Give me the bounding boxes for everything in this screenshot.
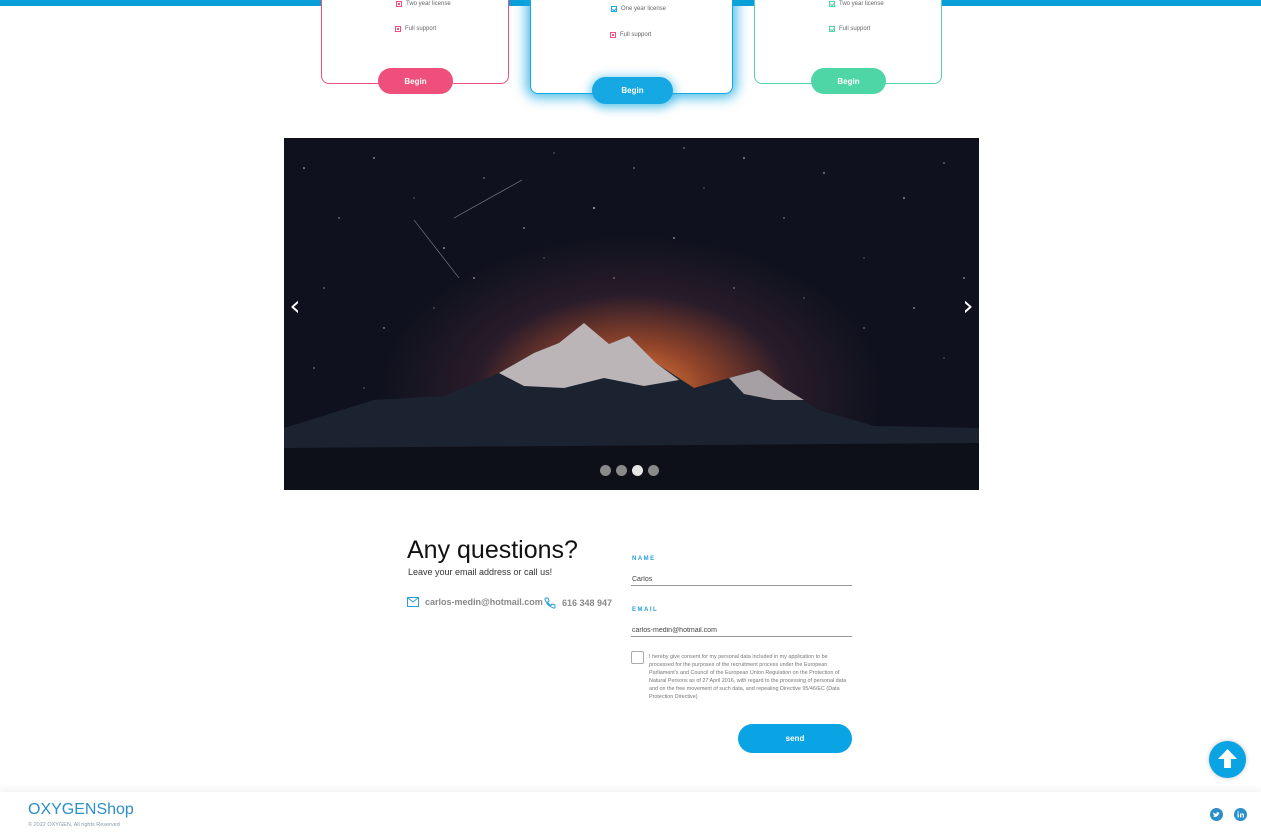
feature-item: Two year license: [396, 1, 451, 7]
begin-button[interactable]: Begin: [592, 77, 673, 104]
carousel-next-arrow[interactable]: ›: [958, 292, 978, 322]
carousel-prev-arrow[interactable]: ‹: [285, 292, 305, 322]
contact-subtitle: Leave your email address or call us!: [408, 567, 553, 577]
twitter-icon[interactable]: [1210, 808, 1223, 821]
carousel-dots: [600, 465, 659, 476]
mountain-night-image: [284, 147, 979, 490]
carousel-dot-active[interactable]: [632, 465, 643, 476]
linkedin-logo-icon: [1237, 811, 1244, 818]
consent-checkbox[interactable]: [631, 651, 644, 664]
feature-label: Two year license: [839, 1, 884, 7]
email-input[interactable]: [631, 625, 852, 637]
contact-phone-text: 616 348 947: [562, 598, 613, 608]
carousel-dot[interactable]: [616, 465, 627, 476]
feature-icon: [610, 32, 616, 38]
feature-item: Full support: [610, 32, 651, 38]
contact-title: Any questions?: [407, 536, 578, 564]
footer: [0, 792, 1261, 833]
name-input[interactable]: [631, 574, 852, 586]
check-icon: [829, 26, 835, 32]
feature-item: Two year license: [829, 1, 884, 7]
feature-label: Full support: [620, 32, 652, 38]
carousel-dot[interactable]: [648, 465, 659, 476]
contact-email-text: carlos-medin@hotmail.com: [425, 597, 543, 607]
begin-button[interactable]: Begin: [378, 68, 453, 94]
name-label: NAME: [632, 556, 656, 562]
feature-item: Full support: [395, 26, 436, 32]
feature-icon: [395, 26, 401, 32]
phone-icon: [544, 597, 556, 609]
carousel-dot[interactable]: [600, 465, 611, 476]
check-icon: [611, 6, 617, 12]
scroll-to-top-button[interactable]: [1209, 741, 1246, 778]
footer-copyright: © 2022 OXYGEN, All rights Reserved: [28, 822, 120, 828]
feature-item: One year license: [611, 6, 666, 12]
arrow-up-icon: [1218, 749, 1237, 768]
feature-label: Two year license: [406, 1, 451, 7]
feature-label: One year license: [621, 6, 667, 12]
contact-email[interactable]: carlos-medin@hotmail.com: [407, 597, 543, 607]
consent-text: I hereby give consent for my personal da…: [649, 654, 847, 700]
twitter-bird-icon: [1213, 812, 1220, 817]
contact-phone[interactable]: 616 348 947: [544, 597, 612, 609]
send-button[interactable]: send: [738, 724, 852, 753]
begin-button[interactable]: Begin: [811, 68, 886, 94]
feature-icon: [396, 1, 402, 7]
check-icon: [829, 1, 835, 7]
feature-item: Full support: [829, 26, 870, 32]
footer-brand[interactable]: OXYGENShop: [28, 801, 134, 819]
image-carousel: [284, 138, 979, 490]
mail-icon: [407, 597, 419, 607]
feature-label: Full support: [839, 26, 871, 32]
linkedin-icon[interactable]: [1234, 808, 1247, 821]
feature-label: Full support: [405, 26, 437, 32]
email-label: EMAIL: [632, 607, 659, 613]
